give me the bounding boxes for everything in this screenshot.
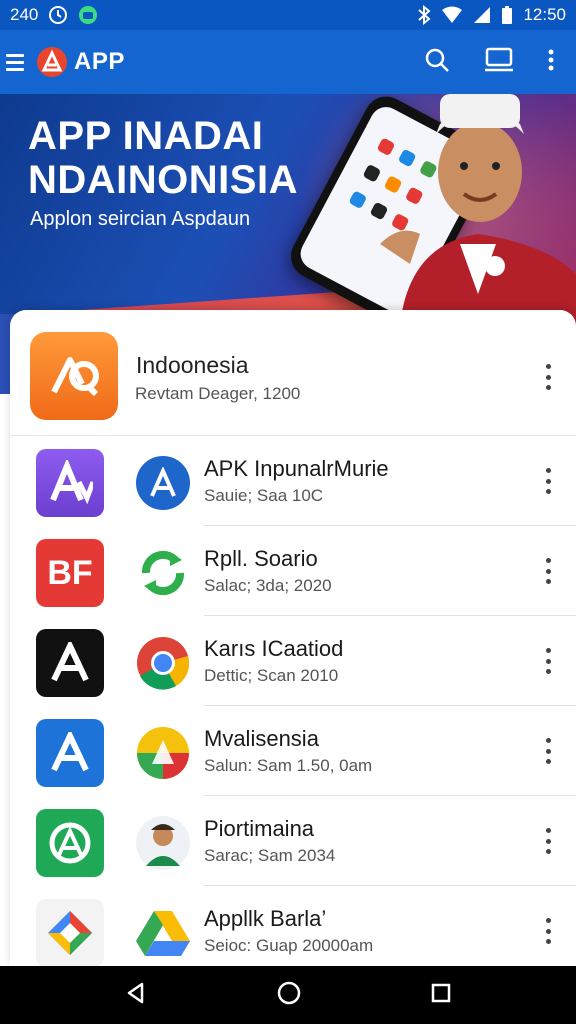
list-item[interactable]: APK InpunalrMurie Sauie; Saa 10C xyxy=(10,436,576,526)
app-title: Rpll. Soario xyxy=(204,546,318,571)
bf-red-icon: BF xyxy=(36,539,104,607)
status-bar: 240 12:50 xyxy=(0,0,576,30)
featured-app-icon xyxy=(30,332,118,420)
app-bar: APP xyxy=(0,30,576,94)
person-illustration xyxy=(380,94,576,324)
more-options-icon[interactable] xyxy=(540,468,556,494)
avatar-icon xyxy=(136,816,190,870)
a-black-icon xyxy=(36,629,104,697)
app-meta: Seioc: Guap 20000am xyxy=(204,936,374,955)
drive-like-icon xyxy=(136,726,190,780)
more-options-icon[interactable] xyxy=(540,364,556,390)
google-drive-icon xyxy=(136,906,190,960)
more-options-icon[interactable] xyxy=(540,648,556,674)
home-icon[interactable] xyxy=(276,980,302,1011)
hero-title: APP INADAI NDAINONISIA xyxy=(28,114,298,202)
chrome-icon xyxy=(136,636,190,690)
signal-icon xyxy=(473,6,491,24)
app-title: Piortimaina xyxy=(204,816,315,841)
a-blue-circle-icon xyxy=(136,456,190,510)
clock-icon xyxy=(48,5,68,25)
list-item[interactable]: Mvalisensia Salun: Sam 1.50, 0am xyxy=(10,706,576,796)
app-meta: Sauie; Saa 10C xyxy=(204,486,324,505)
app-title: Karıs ICaatiod xyxy=(204,636,344,661)
recents-icon[interactable] xyxy=(430,982,452,1009)
featured-app-row[interactable]: Indoonesia Revtam Deager, 1200 xyxy=(10,310,576,436)
app-title: Appllk Barla’ xyxy=(204,906,327,931)
featured-app-name: Indoonesia xyxy=(136,352,249,378)
back-icon[interactable] xyxy=(124,981,148,1010)
app-meta: Salac; 3da; 2020 xyxy=(204,576,332,595)
hero-subtitle: Applon seircian Aspdaun xyxy=(30,208,251,230)
cast-icon[interactable] xyxy=(484,47,514,78)
green-refresh-icon xyxy=(136,546,190,600)
a-purple-icon xyxy=(36,449,104,517)
featured-app-meta: Revtam Deager, 1200 xyxy=(135,384,301,403)
app-title: Mvalisensia xyxy=(204,726,319,751)
a-green-icon xyxy=(36,809,104,877)
more-options-icon[interactable] xyxy=(540,558,556,584)
app-meta: Dettic; Scan 2010 xyxy=(204,666,339,685)
list-item[interactable]: Appllk Barla’ Seioc: Guap 20000am xyxy=(10,886,576,966)
notification-count: 240 xyxy=(10,5,39,24)
gem-multicolor-icon xyxy=(36,899,104,966)
list-item[interactable]: Karıs ICaatiod Dettic; Scan 2010 xyxy=(10,616,576,706)
more-options-icon[interactable] xyxy=(540,918,556,944)
bluetooth-icon xyxy=(417,5,431,25)
search-icon[interactable] xyxy=(424,47,450,78)
app-list-card: Indoonesia Revtam Deager, 1200 APK Inpun… xyxy=(10,310,576,966)
battery-icon xyxy=(501,5,513,25)
app-meta: Salun: Sam 1.50, 0am xyxy=(204,756,373,775)
wifi-icon xyxy=(441,6,463,24)
system-nav-bar xyxy=(0,966,576,1024)
app-title: APK InpunalrMurie xyxy=(204,456,389,481)
a-blue-icon xyxy=(36,719,104,787)
more-icon[interactable] xyxy=(548,49,554,76)
list-item[interactable]: BF Rpll. Soario Salac; 3da; 2020 xyxy=(10,526,576,616)
list-item[interactable]: Piortimaina Sarac; Sam 2034 xyxy=(10,796,576,886)
more-options-icon[interactable] xyxy=(540,828,556,854)
clock-time: 12:50 xyxy=(523,5,566,24)
app-title: APP xyxy=(74,48,125,75)
app-logo-icon xyxy=(37,47,67,77)
app-meta: Sarac; Sam 2034 xyxy=(204,846,336,865)
menu-icon[interactable] xyxy=(6,50,30,74)
android-icon xyxy=(78,5,98,25)
more-options-icon[interactable] xyxy=(540,738,556,764)
